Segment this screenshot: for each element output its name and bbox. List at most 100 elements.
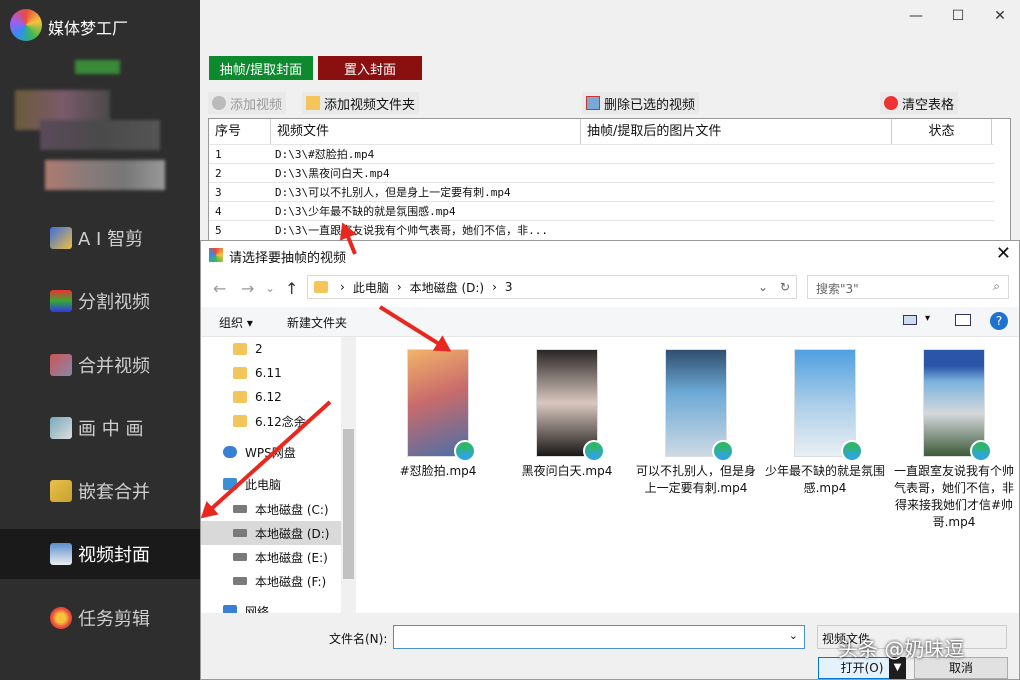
- tree-item[interactable]: 6.12: [201, 385, 341, 409]
- video-play-icon: [841, 440, 863, 462]
- watermark: 头条 @奶味逗: [838, 637, 965, 661]
- folder-icon: [233, 367, 247, 379]
- table-row[interactable]: 4 D:\3\少年最不缺的就是氛围感.mp4: [209, 201, 994, 220]
- table-row[interactable]: 1 D:\3\#怼脸拍.mp4: [209, 144, 994, 163]
- file-thumbnail[interactable]: [536, 349, 605, 462]
- breadcrumb-item[interactable]: 3: [505, 280, 513, 294]
- up-arrow-icon[interactable]: ↑: [285, 279, 298, 298]
- tree-item[interactable]: 本地磁盘 (F:): [201, 569, 341, 593]
- delete-selected-button[interactable]: 删除已选的视频: [582, 92, 700, 114]
- clear-icon: [884, 96, 898, 110]
- column-header[interactable]: 视频文件: [271, 119, 581, 145]
- add-icon: [212, 96, 226, 110]
- row-number: 4: [215, 205, 222, 218]
- add-folder-label: 添加视频文件夹: [324, 97, 416, 113]
- close-icon[interactable]: ✕: [990, 8, 1010, 24]
- file-name[interactable]: 少年最不缺的就是氛围感.mp4: [765, 463, 885, 497]
- tree-item[interactable]: 此电脑: [201, 472, 341, 496]
- scrollbar-thumb[interactable]: [343, 429, 354, 579]
- folder-icon: [314, 281, 328, 293]
- tree-item[interactable]: 6.11: [201, 361, 341, 385]
- search-placeholder: 搜索"3": [816, 282, 859, 296]
- file-thumbnail[interactable]: [794, 349, 863, 462]
- recent-dropdown-icon[interactable]: ⌄: [265, 281, 275, 295]
- sidebar-item-pip[interactable]: 画 中 画: [0, 403, 200, 453]
- search-input[interactable]: 搜索"3" ⌕: [807, 275, 1009, 299]
- file-thumbnail[interactable]: [923, 349, 992, 462]
- forward-arrow-icon[interactable]: →: [241, 279, 254, 298]
- dialog-app-icon: [209, 248, 223, 262]
- sidebar-item-split-video[interactable]: 分割视频: [0, 276, 200, 326]
- breadcrumb-sep: ›: [492, 280, 497, 294]
- tree-scrollbar[interactable]: [341, 337, 356, 613]
- dialog-close-icon[interactable]: ✕: [996, 243, 1011, 264]
- file-name[interactable]: 可以不扎别人，但是身上一定要有刺.mp4: [636, 463, 756, 497]
- table-row[interactable]: 3 D:\3\可以不扎别人，但是身上一定要有刺.mp4: [209, 182, 994, 201]
- view-dropdown-icon[interactable]: ▾: [925, 313, 930, 324]
- address-bar[interactable]: › 此电脑 › 本地磁盘 (D:) › 3 ⌄ ↻: [307, 275, 797, 299]
- file-name[interactable]: 一直跟室友说我有个帅气表哥，她们不信，非得来接我她们才信#帅哥.mp4: [894, 463, 1014, 531]
- breadcrumb-item[interactable]: 本地磁盘 (D:): [410, 279, 484, 296]
- tree-label: 网络: [245, 604, 270, 614]
- maximize-icon[interactable]: ☐: [948, 8, 968, 24]
- sidebar-item-ai-cut[interactable]: A I 智剪: [0, 213, 200, 263]
- view-mode-icon[interactable]: [903, 315, 917, 325]
- tree-label: 此电脑: [245, 477, 282, 492]
- sidebar-item-nest-merge[interactable]: 嵌套合并: [0, 466, 200, 516]
- row-file: D:\3\一直跟室友说我有个帅气表哥，她们不信，非...: [275, 224, 548, 237]
- sidebar: 媒体梦工厂 A I 智剪 分割视频 合并视频 画 中 画 嵌套合并 视频封面 任…: [0, 0, 200, 680]
- file-thumbnail[interactable]: [407, 349, 476, 462]
- tree-item[interactable]: 2: [201, 337, 341, 361]
- column-header[interactable]: 抽帧/提取后的图片文件: [581, 119, 892, 145]
- sidebar-item-merge-video[interactable]: 合并视频: [0, 340, 200, 390]
- task-icon: [50, 607, 72, 629]
- table-row[interactable]: 2 D:\3\黑夜问白天.mp4: [209, 163, 994, 182]
- minimize-icon[interactable]: —: [906, 8, 926, 24]
- row-file: D:\3\黑夜问白天.mp4: [275, 167, 390, 180]
- file-name[interactable]: 黑夜问白天.mp4: [507, 463, 627, 480]
- folder-icon: [233, 391, 247, 403]
- dropdown-icon[interactable]: ⌄: [789, 629, 798, 642]
- tree-label: 6.11: [255, 366, 282, 380]
- video-table[interactable]: 序号 视频文件 抽帧/提取后的图片文件 状态 1 D:\3\#怼脸拍.mp4 2 D…: [208, 118, 1011, 248]
- add-video-button[interactable]: 添加视频: [208, 92, 287, 114]
- refresh-icon[interactable]: ↻: [780, 280, 790, 294]
- clear-table-button[interactable]: 清空表格: [880, 92, 959, 114]
- file-thumbnail[interactable]: [665, 349, 734, 462]
- breadcrumb-item[interactable]: 此电脑: [353, 279, 389, 296]
- delete-selected-label: 删除已选的视频: [604, 97, 696, 113]
- sidebar-item-task-edit[interactable]: 任务剪辑: [0, 593, 200, 643]
- breadcrumb-sep: ›: [340, 280, 345, 294]
- filename-input[interactable]: ⌄: [393, 625, 805, 649]
- preview-pane-icon[interactable]: [955, 314, 971, 326]
- tree-label: 6.12: [255, 390, 282, 404]
- blurred-region: [45, 160, 165, 190]
- tab-insert-cover[interactable]: 置入封面: [318, 56, 422, 80]
- table-row[interactable]: 5 D:\3\一直跟室友说我有个帅气表哥，她们不信，非...: [209, 220, 994, 239]
- sidebar-item-label: 任务剪辑: [78, 609, 150, 630]
- back-arrow-icon[interactable]: ←: [213, 279, 226, 298]
- app-logo-icon: [10, 9, 42, 41]
- cover-icon: [50, 543, 72, 565]
- sidebar-item-label: 画 中 画: [78, 419, 144, 440]
- video-play-icon: [970, 440, 992, 462]
- add-folder-button[interactable]: 添加视频文件夹: [302, 92, 420, 114]
- tree-item-selected[interactable]: 本地磁盘 (D:): [201, 521, 341, 545]
- organize-menu[interactable]: 组织 ▾: [219, 314, 253, 331]
- tree-item[interactable]: 本地磁盘 (E:): [201, 545, 341, 569]
- column-header[interactable]: 序号: [209, 119, 271, 145]
- file-open-dialog: 请选择要抽帧的视频 ✕ ← → ⌄ ↑ › 此电脑 › 本地磁盘 (D:) › …: [200, 240, 1020, 680]
- address-dropdown-icon[interactable]: ⌄: [758, 280, 768, 294]
- column-header[interactable]: 状态: [892, 119, 992, 145]
- search-icon: ⌕: [993, 279, 1000, 293]
- help-icon[interactable]: ?: [990, 312, 1008, 330]
- sidebar-item-video-cover[interactable]: 视频封面: [0, 529, 200, 579]
- breadcrumb-sep: ›: [396, 280, 402, 294]
- file-name[interactable]: #怼脸拍.mp4: [378, 463, 498, 480]
- new-folder-button[interactable]: 新建文件夹: [287, 314, 347, 331]
- tree-label: 本地磁盘 (C:): [255, 502, 329, 517]
- drive-icon: [233, 505, 247, 513]
- sidebar-item-label: 嵌套合并: [78, 482, 150, 503]
- tab-extract-cover[interactable]: 抽帧/提取封面: [209, 56, 313, 80]
- tree-item[interactable]: 网络: [201, 599, 341, 613]
